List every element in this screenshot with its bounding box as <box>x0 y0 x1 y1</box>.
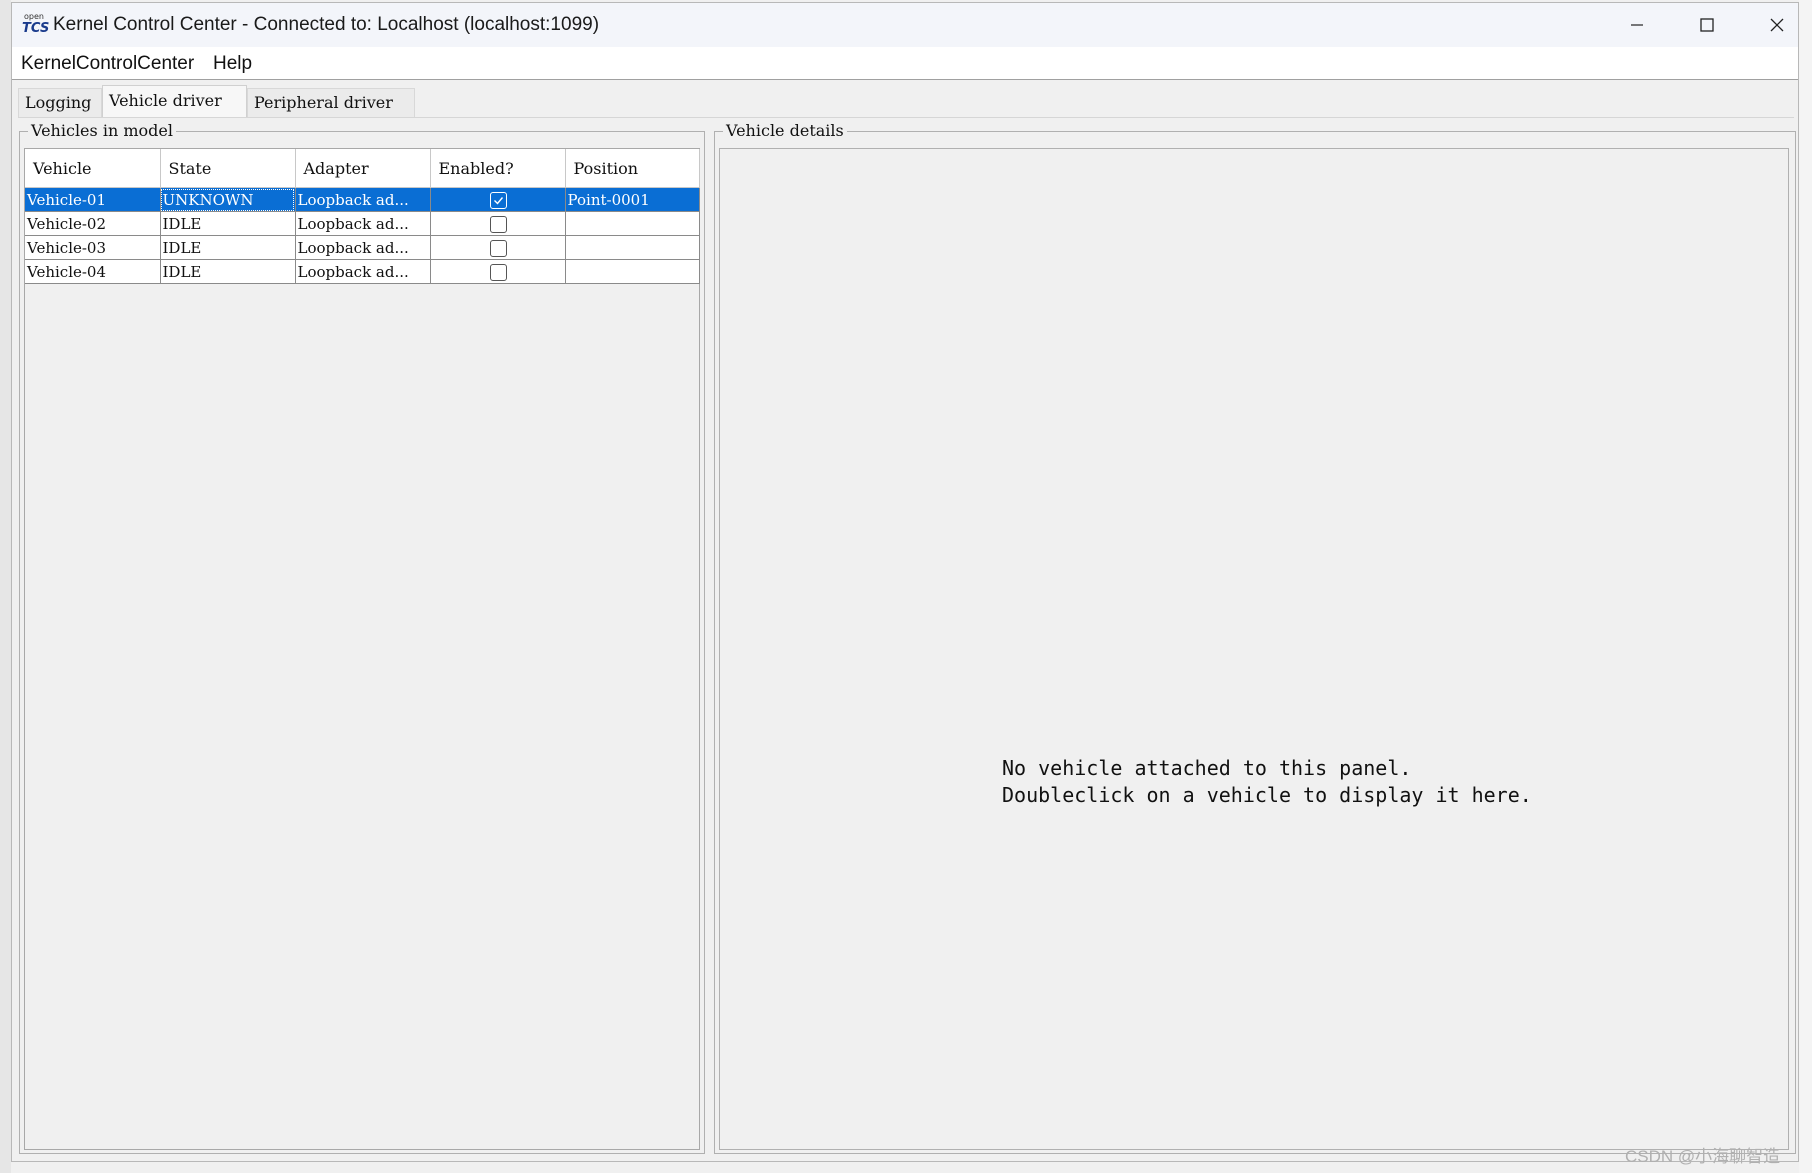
tab-vehicle-driver[interactable]: Vehicle driver <box>102 85 247 118</box>
desktop-background-right <box>1799 0 1812 1173</box>
minimize-icon <box>1631 24 1643 26</box>
table-header-row: Vehicle State Adapter Enabled? Position <box>25 149 700 188</box>
cell-position[interactable] <box>565 259 700 284</box>
minimize-button[interactable] <box>1602 3 1672 47</box>
cell-state[interactable]: UNKNOWN <box>160 187 296 212</box>
table-row[interactable]: Vehicle-04 IDLE Loopback ad... <box>25 259 700 284</box>
cell-enabled[interactable] <box>430 187 566 212</box>
column-header-adapter[interactable]: Adapter <box>295 149 431 188</box>
desktop-background-left <box>0 0 11 1173</box>
logo-text-bottom: TCS <box>22 21 50 36</box>
table-row[interactable]: Vehicle-02 IDLE Loopback ad... <box>25 211 700 236</box>
menu-help[interactable]: Help <box>213 53 252 75</box>
vehicle-details-panel: Vehicle details No vehicle attached to t… <box>714 121 1796 1154</box>
cell-position[interactable]: Point-0001 <box>565 187 700 212</box>
column-header-state[interactable]: State <box>160 149 296 188</box>
window-title: Kernel Control Center - Connected to: Lo… <box>53 14 600 35</box>
cell-adapter[interactable]: Loopback ad... <box>295 187 431 212</box>
tab-logging[interactable]: Logging <box>18 88 102 117</box>
vehicle-details-area[interactable]: No vehicle attached to this panel. Doubl… <box>719 148 1789 1150</box>
opentcs-logo-icon: open TCS <box>22 12 50 37</box>
cell-state[interactable]: IDLE <box>160 235 296 260</box>
empty-message-line-2: Doubleclick on a vehicle to display it h… <box>1002 783 1532 807</box>
cell-state[interactable]: IDLE <box>160 211 296 236</box>
cell-vehicle[interactable]: Vehicle-02 <box>25 211 161 236</box>
vehicle-details-title: Vehicle details <box>723 121 847 141</box>
cell-adapter[interactable]: Loopback ad... <box>295 211 431 236</box>
close-button[interactable] <box>1742 3 1812 47</box>
cell-enabled[interactable] <box>430 235 566 260</box>
column-header-enabled[interactable]: Enabled? <box>430 149 566 188</box>
cell-vehicle[interactable]: Vehicle-03 <box>25 235 161 260</box>
table-row[interactable]: Vehicle-01 UNKNOWN Loopback ad... Point-… <box>25 187 700 212</box>
logo-text-top: open <box>24 12 44 21</box>
maximize-icon <box>1700 18 1714 32</box>
vehicles-in-model-panel: Vehicles in model Vehicle State Adapter … <box>19 121 705 1154</box>
menu-bar: KernelControlCenter Help <box>12 47 1798 80</box>
kernel-control-center-window: open TCS Kernel Control Center - Connect… <box>11 2 1799 1162</box>
table-row[interactable]: Vehicle-03 IDLE Loopback ad... <box>25 235 700 260</box>
empty-state-message: No vehicle attached to this panel. Doubl… <box>1002 755 1532 809</box>
enabled-checkbox[interactable] <box>490 215 507 233</box>
close-icon <box>1770 18 1784 32</box>
enabled-checkbox[interactable] <box>490 263 507 281</box>
cell-state[interactable]: IDLE <box>160 259 296 284</box>
maximize-button[interactable] <box>1672 3 1742 47</box>
checkmark-icon <box>494 196 504 205</box>
cell-enabled[interactable] <box>430 259 566 284</box>
menu-kernel-control-center[interactable]: KernelControlCenter <box>21 53 194 75</box>
enabled-checkbox[interactable] <box>490 191 507 209</box>
cell-adapter[interactable]: Loopback ad... <box>295 235 431 260</box>
cell-position[interactable] <box>565 235 700 260</box>
tab-divider <box>18 117 1794 118</box>
vehicles-table: Vehicle State Adapter Enabled? Position … <box>25 149 700 284</box>
watermark: CSDN @小海聊智造 <box>1625 1147 1781 1166</box>
title-bar[interactable]: open TCS Kernel Control Center - Connect… <box>12 3 1798 47</box>
vehicles-table-scrollpane[interactable]: Vehicle State Adapter Enabled? Position … <box>24 148 700 1150</box>
column-header-vehicle[interactable]: Vehicle <box>25 149 161 188</box>
cell-enabled[interactable] <box>430 211 566 236</box>
cell-vehicle[interactable]: Vehicle-04 <box>25 259 161 284</box>
cell-position[interactable] <box>565 211 700 236</box>
enabled-checkbox[interactable] <box>490 239 507 257</box>
tab-peripheral-driver[interactable]: Peripheral driver <box>247 88 415 117</box>
cell-adapter[interactable]: Loopback ad... <box>295 259 431 284</box>
vehicles-panel-title: Vehicles in model <box>28 121 176 141</box>
cell-vehicle[interactable]: Vehicle-01 <box>25 187 161 212</box>
column-header-position[interactable]: Position <box>565 149 700 188</box>
empty-message-line-1: No vehicle attached to this panel. <box>1002 756 1412 780</box>
